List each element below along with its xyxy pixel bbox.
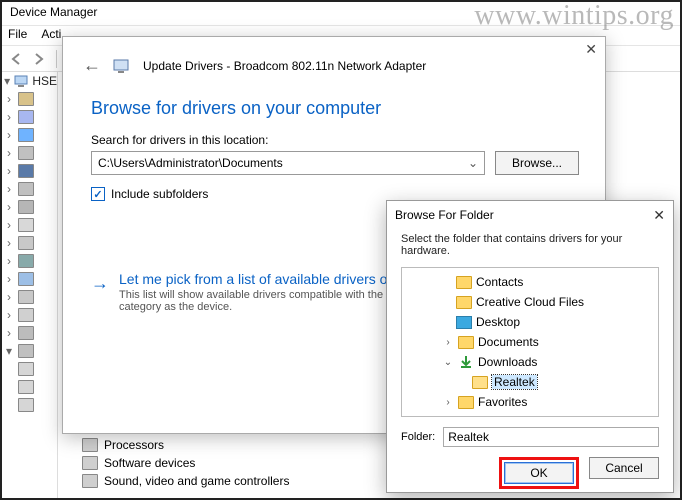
include-subfolders-label: Include subfolders: [111, 187, 208, 201]
search-location-label: Search for drivers in this location:: [91, 133, 579, 147]
browse-for-folder-dialog: Browse For Folder ✕ Select the folder th…: [386, 200, 674, 493]
ok-button[interactable]: OK: [504, 462, 574, 484]
folder-icon: [458, 336, 474, 349]
tree-item-contacts[interactable]: Contacts: [404, 272, 656, 292]
arrow-right-icon: →: [91, 273, 109, 313]
tree-item-creative-cloud[interactable]: Creative Cloud Files: [404, 292, 656, 312]
ok-button-highlight: OK: [499, 457, 579, 489]
chevron-right-icon[interactable]: ›: [442, 337, 454, 348]
folder-icon: [456, 296, 472, 309]
section-title: Browse for drivers on your computer: [63, 82, 605, 129]
search-location-combobox[interactable]: C:\Users\Administrator\Documents ⌄: [91, 151, 485, 175]
window-title: Device Manager: [2, 2, 680, 26]
tree-item-desktop[interactable]: Desktop: [404, 312, 656, 332]
tree-root[interactable]: ▾ HSE: [2, 72, 57, 90]
dialog-title: Update Drivers - Broadcom 802.11n Networ…: [143, 59, 426, 73]
forward-icon[interactable]: [30, 50, 48, 68]
tree-item-favorites[interactable]: › Favorites: [404, 392, 656, 412]
cancel-button[interactable]: Cancel: [589, 457, 659, 479]
device-tree-panel: ▾ HSE › › › › › › › › › › › › › › ▾ · · …: [2, 72, 58, 498]
close-icon[interactable]: ✕: [653, 207, 665, 224]
folder-name-value: Realtek: [448, 430, 489, 444]
browse-for-folder-title: Browse For Folder: [395, 208, 494, 222]
downloads-icon: [458, 356, 474, 369]
folder-open-icon: [472, 376, 488, 389]
sound-icon: [82, 474, 98, 488]
desktop-icon: [456, 316, 472, 329]
browse-button[interactable]: Browse...: [495, 151, 579, 175]
chevron-down-icon[interactable]: ⌄: [468, 156, 478, 170]
back-arrow-icon[interactable]: ←: [83, 55, 101, 76]
menu-actions[interactable]: Acti: [41, 27, 61, 44]
folder-tree[interactable]: Contacts Creative Cloud Files Desktop › …: [401, 267, 659, 417]
chevron-down-icon[interactable]: ⌄: [442, 357, 454, 368]
folder-label: Folder:: [401, 431, 435, 443]
checkbox-checked-icon: ✓: [91, 187, 105, 201]
tree-item-documents[interactable]: › Documents: [404, 332, 656, 352]
include-subfolders-checkbox[interactable]: ✓ Include subfolders: [91, 187, 579, 201]
folder-name-input[interactable]: Realtek: [443, 427, 659, 447]
tree-root-label: HSE: [32, 74, 57, 88]
folder-icon: [458, 396, 474, 409]
folder-icon: [456, 276, 472, 289]
processor-icon: [82, 438, 98, 452]
computer-icon: [14, 74, 28, 88]
tree-item-realtek[interactable]: Realtek: [404, 372, 656, 392]
back-icon[interactable]: [8, 50, 26, 68]
close-icon[interactable]: ✕: [585, 41, 597, 58]
browse-for-folder-message: Select the folder that contains drivers …: [387, 229, 673, 267]
menu-file[interactable]: File: [8, 27, 27, 44]
search-location-value: C:\Users\Administrator\Documents: [98, 156, 283, 170]
tree-item-downloads[interactable]: ⌄ Downloads: [404, 352, 656, 372]
software-icon: [82, 456, 98, 470]
chevron-down-icon: ▾: [4, 74, 10, 88]
tree-item-selected-label: Realtek: [492, 375, 537, 389]
driver-icon: [113, 58, 131, 74]
chevron-right-icon[interactable]: ›: [442, 397, 454, 408]
